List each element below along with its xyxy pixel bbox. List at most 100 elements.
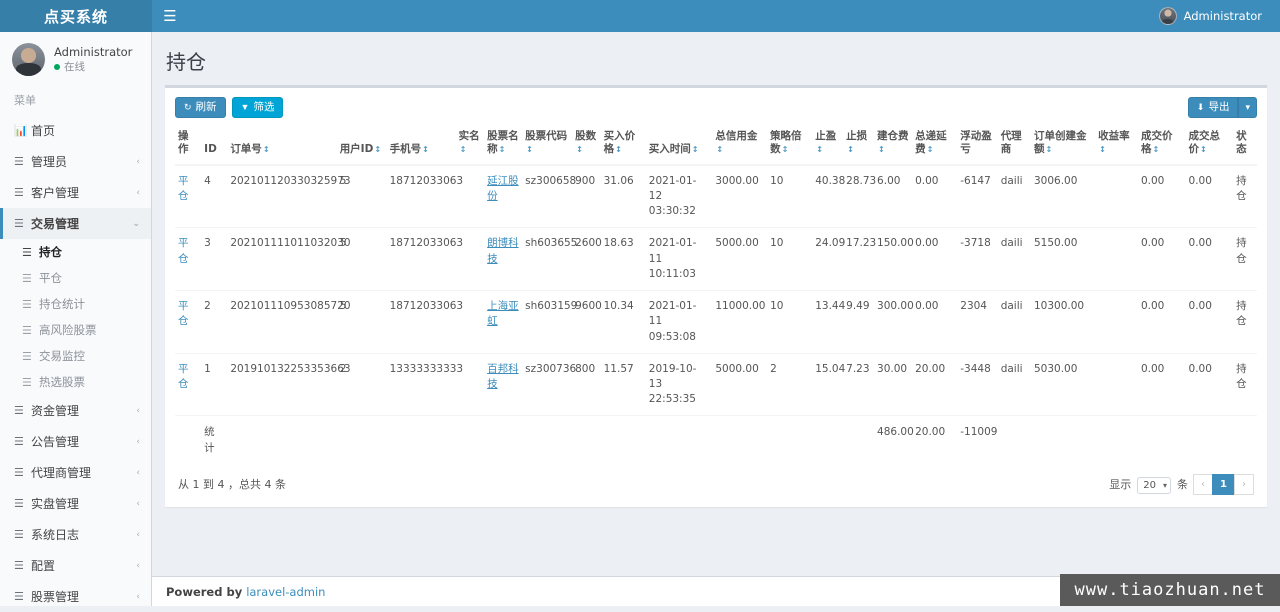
sidebar-item-closed-positions[interactable]: ☰ 平仓 <box>0 265 151 291</box>
col-stock-name[interactable]: 股票名称↕ <box>484 124 522 165</box>
sort-icon[interactable]: ↕ <box>878 145 885 155</box>
sidebar-item-admin[interactable]: ☰ 管理员 ‹ <box>0 146 151 177</box>
table-row[interactable]: 平仓 3 202101111011032030 5 18712033063 朗博… <box>175 228 1257 291</box>
per-page-select[interactable]: 20 <box>1137 477 1171 494</box>
table-row[interactable]: 平仓 2 202101110953085720 5 18712033063 上海… <box>175 291 1257 354</box>
grid-footer: 从 1 到 4 ，总共 4 条 显示 20 条 ‹ 1 › <box>165 465 1267 507</box>
sort-icon[interactable]: ↕ <box>816 145 823 155</box>
col-deal-total[interactable]: 成交总价↕ <box>1186 124 1234 165</box>
sidebar-item-agent-management[interactable]: ☰ 代理商管理 ‹ <box>0 457 151 488</box>
sort-icon[interactable]: ↕ <box>615 145 622 155</box>
refresh-icon: ↻ <box>184 103 192 112</box>
next-page-button[interactable]: › <box>1234 474 1254 495</box>
col-user-id[interactable]: 用户ID↕ <box>337 124 387 165</box>
col-stock-code[interactable]: 股票代码↕ <box>522 124 572 165</box>
prev-page-button[interactable]: ‹ <box>1193 474 1213 495</box>
sidebar-item-trade-management[interactable]: ☰ 交易管理 ⌄ <box>0 208 151 239</box>
cell-phone: 18712033063 <box>387 165 456 228</box>
col-leverage[interactable]: 策略倍数↕ <box>767 124 812 165</box>
col-buy-time[interactable]: 买入时间↕ <box>646 124 713 165</box>
sidebar-item-announcement-management[interactable]: ☰ 公告管理 ‹ <box>0 426 151 457</box>
sort-icon[interactable]: ↕ <box>526 145 533 155</box>
col-order-amount[interactable]: 订单创建金额↕ <box>1031 124 1095 165</box>
cell-id: 2 <box>201 291 227 354</box>
sidebar-item-high-risk-stocks[interactable]: ☰ 高风险股票 <box>0 317 151 343</box>
close-position-link[interactable]: 平仓 <box>178 237 189 264</box>
filter-button[interactable]: ▼ 筛选 <box>232 97 284 118</box>
table-row[interactable]: 平仓 1 201910132253353663 2 13333333333 百邦… <box>175 353 1257 416</box>
cell-stock-name: 百邦科技 <box>484 353 522 416</box>
sort-icon[interactable]: ↕ <box>460 145 467 155</box>
col-total-credit[interactable]: 总信用金↕ <box>712 124 767 165</box>
sidebar-item-holdings-stats[interactable]: ☰ 持仓统计 <box>0 291 151 317</box>
chevron-left-icon: ‹ <box>136 406 140 416</box>
close-position-link[interactable]: 平仓 <box>178 175 189 202</box>
sort-icon[interactable]: ↕ <box>499 145 506 155</box>
sidebar-item-stock-management[interactable]: ☰ 股票管理 ‹ <box>0 581 151 612</box>
col-shares[interactable]: 股数↕ <box>572 124 601 165</box>
sort-icon[interactable]: ↕ <box>927 145 934 155</box>
col-open-fee[interactable]: 建仓费↕ <box>874 124 912 165</box>
sidebar-item-fund-management[interactable]: ☰ 资金管理 ‹ <box>0 395 151 426</box>
sidebar-item-trade-monitor[interactable]: ☰ 交易监控 <box>0 343 151 369</box>
footer-link-laravel-admin[interactable]: laravel-admin <box>246 585 325 599</box>
sidebar-item-config[interactable]: ☰ 配置 ‹ <box>0 550 151 581</box>
sidebar-item-label: 高风险股票 <box>39 322 140 338</box>
sort-icon[interactable]: ↕ <box>1200 145 1207 155</box>
cell-user-id: 5 <box>337 291 387 354</box>
col-stop-loss[interactable]: 止损↕ <box>843 124 874 165</box>
bars-icon: ☰ <box>14 466 31 479</box>
export-button[interactable]: ⬇ 导出 <box>1188 97 1239 118</box>
col-real-name[interactable]: 实名↕ <box>456 124 485 165</box>
sidebar-item-holdings[interactable]: ☰ 持仓 <box>0 239 151 265</box>
page-button-1[interactable]: 1 <box>1212 474 1235 495</box>
close-position-link[interactable]: 平仓 <box>178 300 189 327</box>
sort-icon[interactable]: ↕ <box>422 145 429 155</box>
sort-icon[interactable]: ↕ <box>692 145 699 155</box>
col-order-no[interactable]: 订单号↕ <box>227 124 336 165</box>
sidebar-item-system-log[interactable]: ☰ 系统日志 ‹ <box>0 519 151 550</box>
sort-icon[interactable]: ↕ <box>1099 145 1106 155</box>
sort-icon[interactable]: ↕ <box>576 145 583 155</box>
export-button-label: 导出 <box>1208 102 1229 113</box>
pagination-controls: 显示 20 条 ‹ 1 › <box>1109 474 1254 495</box>
col-yield-rate[interactable]: 收益率↕ <box>1095 124 1138 165</box>
page-title: 持仓 <box>166 46 1264 75</box>
sort-icon[interactable]: ↕ <box>847 145 854 155</box>
col-phone[interactable]: 手机号↕ <box>387 124 456 165</box>
cell-shares: 900 <box>572 165 601 228</box>
cell-order-amount: 3006.00 <box>1031 165 1095 228</box>
navbar-user-menu[interactable]: Administrator <box>1153 0 1268 32</box>
sidebar-item-label: 资金管理 <box>31 402 136 419</box>
cell-yield-rate <box>1095 291 1138 354</box>
sort-icon[interactable]: ↕ <box>1045 145 1052 155</box>
table-row[interactable]: 平仓 4 202101120330325973 5 18712033063 延江… <box>175 165 1257 228</box>
sidebar-item-home[interactable]: 📊 首页 <box>0 115 151 146</box>
sort-icon[interactable]: ↕ <box>782 145 789 155</box>
table-header-row: 操作 ID 订单号↕ 用户ID↕ 手机号↕ 实名↕ 股票名称↕ 股票代码↕ 股数… <box>175 124 1257 165</box>
sidebar-item-customer[interactable]: ☰ 客户管理 ‹ <box>0 177 151 208</box>
col-deferred-fee[interactable]: 总递延费↕ <box>912 124 957 165</box>
refresh-button[interactable]: ↻ 刷新 <box>175 97 226 118</box>
sort-icon[interactable]: ↕ <box>263 145 270 155</box>
sidebar-menu-header: 菜单 <box>0 85 151 115</box>
sidebar-toggle-button[interactable]: ☰ <box>152 0 188 32</box>
per-page-select-wrap[interactable]: 20 <box>1137 478 1171 491</box>
col-take-profit[interactable]: 止盈↕ <box>812 124 843 165</box>
col-action: 操作 <box>175 124 201 165</box>
col-deal-price[interactable]: 成交价格↕ <box>1138 124 1186 165</box>
top-navbar: 点买系统 ☰ Administrator <box>0 0 1280 32</box>
cell-stock-name: 延江股份 <box>484 165 522 228</box>
cell-total-credit: 5000.00 <box>712 228 767 291</box>
app-brand[interactable]: 点买系统 <box>0 0 152 32</box>
sidebar-item-label: 股票管理 <box>31 588 136 605</box>
sort-icon[interactable]: ↕ <box>716 145 723 155</box>
close-position-link[interactable]: 平仓 <box>178 363 189 390</box>
bars-icon: ☰ <box>22 298 39 311</box>
sort-icon[interactable]: ↕ <box>374 145 381 155</box>
sidebar-item-hot-stocks[interactable]: ☰ 热选股票 <box>0 369 151 395</box>
sidebar-item-live-account-management[interactable]: ☰ 实盘管理 ‹ <box>0 488 151 519</box>
sort-icon[interactable]: ↕ <box>1152 145 1159 155</box>
export-dropdown-toggle[interactable]: ▾ <box>1238 97 1257 118</box>
col-buy-price[interactable]: 买入价格↕ <box>601 124 646 165</box>
